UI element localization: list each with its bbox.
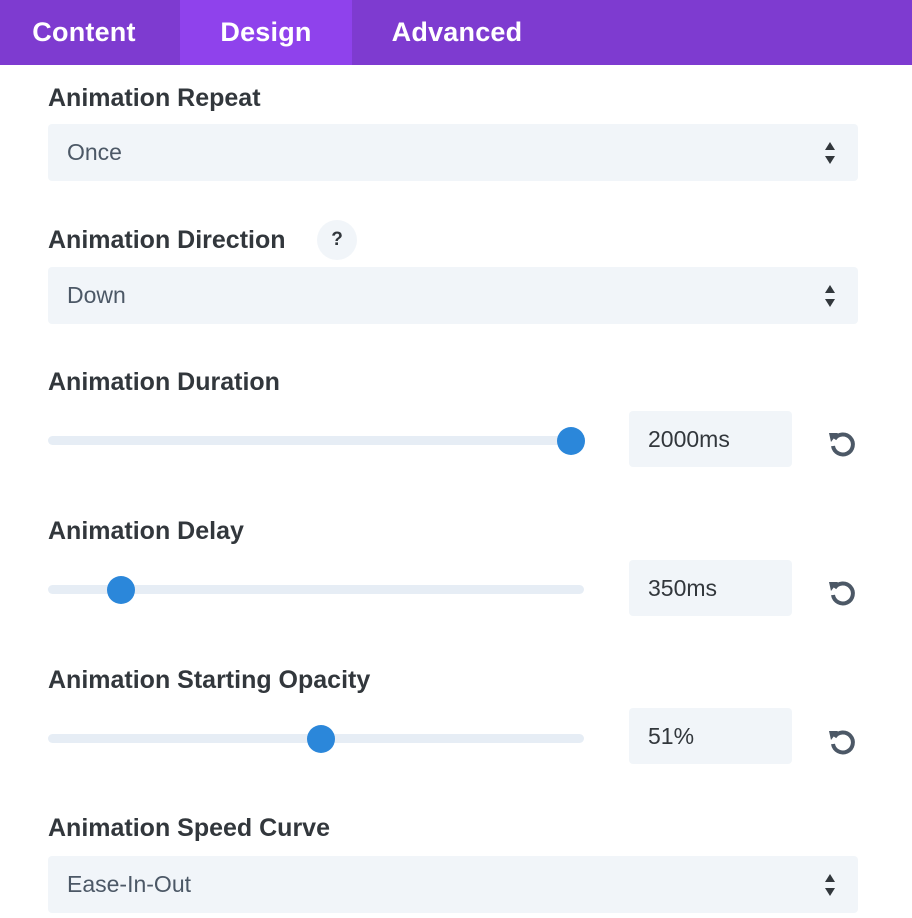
animation-speed-curve-select[interactable]: Ease-In-Out — [48, 856, 858, 913]
slider-track — [48, 436, 584, 445]
slider-thumb[interactable] — [307, 725, 336, 753]
updown-arrows-icon — [825, 285, 835, 307]
animation-duration-input[interactable]: 2000ms — [629, 411, 792, 467]
animation-direction-select[interactable]: Down — [48, 267, 858, 324]
animation-duration-label: Animation Duration — [48, 368, 280, 396]
animation-delay-label: Animation Delay — [48, 517, 244, 545]
reset-icon[interactable] — [826, 577, 858, 609]
animation-duration-slider[interactable] — [48, 424, 585, 458]
help-icon[interactable]: ? — [317, 220, 357, 260]
updown-arrows-icon — [825, 142, 835, 164]
reset-icon[interactable] — [826, 428, 858, 460]
animation-repeat-label: Animation Repeat — [48, 84, 261, 112]
animation-delay-slider[interactable] — [48, 573, 584, 607]
animation-speed-curve-value: Ease-In-Out — [67, 871, 191, 897]
slider-thumb[interactable] — [106, 576, 135, 604]
animation-opacity-input[interactable]: 51% — [629, 708, 792, 764]
tab-design[interactable]: Design — [180, 0, 352, 65]
animation-opacity-label: Animation Starting Opacity — [48, 666, 371, 694]
tab-content[interactable]: Content — [0, 0, 180, 65]
animation-speed-curve-label: Animation Speed Curve — [48, 814, 330, 842]
updown-arrows-icon — [825, 874, 835, 896]
animation-opacity-slider[interactable] — [48, 722, 584, 756]
slider-thumb[interactable] — [556, 427, 585, 455]
animation-repeat-value: Once — [67, 139, 122, 165]
reset-icon[interactable] — [826, 726, 858, 758]
animation-repeat-select[interactable]: Once — [48, 124, 858, 181]
tab-advanced[interactable]: Advanced — [352, 0, 562, 65]
animation-direction-label: Animation Direction — [48, 226, 286, 254]
tab-bar: Content Design Advanced — [0, 0, 912, 65]
animation-delay-input[interactable]: 350ms — [629, 560, 792, 616]
animation-direction-value: Down — [67, 282, 126, 308]
